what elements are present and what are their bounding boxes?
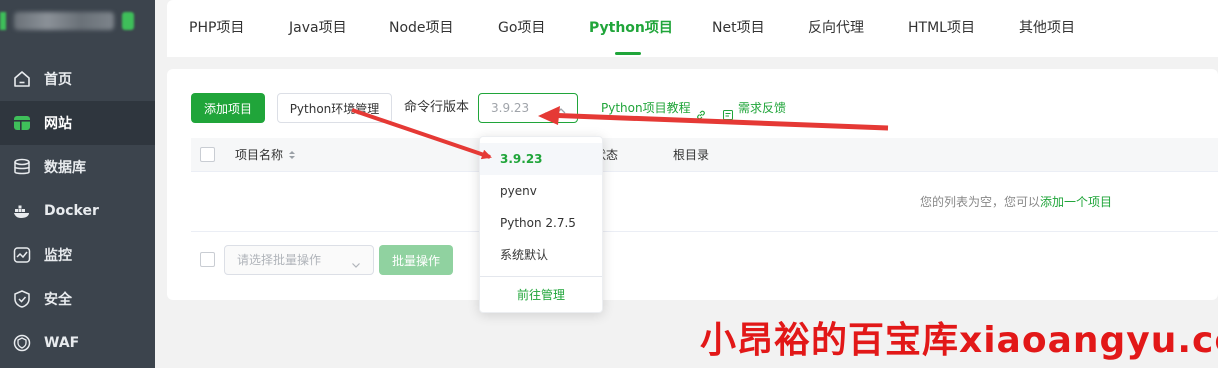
add-project-link[interactable]: 添加一个项目 <box>1040 195 1112 209</box>
sidebar: 首页 网站 数据库 Docker 监控 安全 WAF <box>0 0 155 368</box>
add-project-button[interactable]: 添加项目 <box>191 93 265 123</box>
batch-select-checkbox[interactable] <box>200 252 215 267</box>
sidebar-item-monitor[interactable]: 监控 <box>0 233 155 277</box>
sidebar-item-label: 安全 <box>44 292 72 308</box>
watermark-text: 小昂裕的百宝库xiaoangyu.cc <box>700 320 1218 361</box>
sidebar-item-database[interactable]: 数据库 <box>0 145 155 189</box>
cli-version-label: 命令行版本 <box>404 100 470 115</box>
sidebar-item-website[interactable]: 网站 <box>0 101 155 145</box>
empty-list-message: 您的列表为空，您可以 <box>919 195 1040 209</box>
tutorial-link-label: Python项目教程 <box>601 101 691 115</box>
sidebar-item-label: 监控 <box>44 248 72 264</box>
python-tutorial-link[interactable]: Python项目教程 <box>601 93 711 123</box>
website-icon <box>12 113 32 133</box>
version-option-3-9-23[interactable]: 3.9.23 <box>480 143 602 175</box>
empty-list-text: 您的列表为空，您可以添加一个项目 <box>920 172 1112 232</box>
sidebar-item-label: WAF <box>44 335 80 351</box>
cli-version-dropdown: 3.9.23 pyenv Python 2.7.5 系统默认 前往管理 <box>479 136 603 313</box>
link-icon <box>695 102 707 120</box>
table-empty-row: 您的列表为空，您可以添加一个项目 <box>191 172 1218 232</box>
sidebar-item-home[interactable]: 首页 <box>0 57 155 101</box>
column-name-header[interactable]: 项目名称 <box>235 138 297 172</box>
tab-go[interactable]: Go项目 <box>498 0 545 57</box>
tab-html[interactable]: HTML项目 <box>908 0 975 57</box>
waf-icon <box>12 333 32 353</box>
batch-operation-placeholder: 请选择批量操作 <box>237 253 322 267</box>
sidebar-item-security[interactable]: 安全 <box>0 277 155 321</box>
tab-node[interactable]: Node项目 <box>389 0 454 57</box>
chevron-down-icon <box>351 255 361 268</box>
python-env-button[interactable]: Python环境管理 <box>277 93 392 123</box>
sort-icon <box>287 140 297 159</box>
tab-reverse-proxy[interactable]: 反向代理 <box>808 0 864 57</box>
select-all-checkbox[interactable] <box>200 147 215 162</box>
feedback-link[interactable]: 需求反馈 <box>718 93 786 123</box>
feedback-icon <box>722 102 734 120</box>
version-option-pyenv[interactable]: pyenv <box>480 175 602 207</box>
sidebar-item-label: 首页 <box>44 72 72 88</box>
docker-icon <box>12 201 32 221</box>
database-icon <box>12 157 32 177</box>
sidebar-nav: 首页 网站 数据库 Docker 监控 安全 WAF <box>0 57 155 365</box>
column-name-label: 项目名称 <box>235 148 284 162</box>
active-tab-indicator <box>615 52 641 55</box>
version-option-system-default[interactable]: 系统默认 <box>480 239 602 271</box>
dropdown-divider <box>480 276 602 277</box>
sidebar-item-label: 数据库 <box>44 160 86 176</box>
brand-mark-right <box>122 12 134 30</box>
tab-net[interactable]: Net项目 <box>712 0 765 57</box>
batch-operation-select[interactable]: 请选择批量操作 <box>224 245 374 275</box>
batch-operation-button[interactable]: 批量操作 <box>379 245 453 275</box>
shield-icon <box>12 289 32 309</box>
sidebar-item-label: Docker <box>44 203 99 219</box>
brand-name-blurred <box>14 12 114 30</box>
tab-other[interactable]: 其他项目 <box>1019 0 1075 57</box>
home-icon <box>12 69 32 89</box>
cli-version-value: 3.9.23 <box>491 101 530 115</box>
feedback-link-label: 需求反馈 <box>738 101 787 115</box>
brand-mark-left <box>0 12 6 30</box>
project-type-tabs: PHP项目 Java项目 Node项目 Go项目 Python项目 Net项目 … <box>167 0 1218 57</box>
column-root-header: 根目录 <box>673 148 710 162</box>
chevron-up-icon <box>555 102 567 114</box>
tab-python[interactable]: Python项目 <box>589 0 673 57</box>
sidebar-item-waf[interactable]: WAF <box>0 321 155 365</box>
sidebar-item-label: 网站 <box>44 116 72 132</box>
tab-php[interactable]: PHP项目 <box>189 0 244 57</box>
sidebar-item-docker[interactable]: Docker <box>0 189 155 233</box>
go-manage-link[interactable]: 前往管理 <box>480 282 602 308</box>
tab-java[interactable]: Java项目 <box>289 0 347 57</box>
version-option-python-2-7-5[interactable]: Python 2.7.5 <box>480 207 602 239</box>
monitor-icon <box>12 245 32 265</box>
table-header: 项目名称 状态 根目录 <box>191 138 1218 172</box>
brand-logo <box>0 0 155 48</box>
cli-version-select[interactable]: 3.9.23 <box>478 93 578 123</box>
